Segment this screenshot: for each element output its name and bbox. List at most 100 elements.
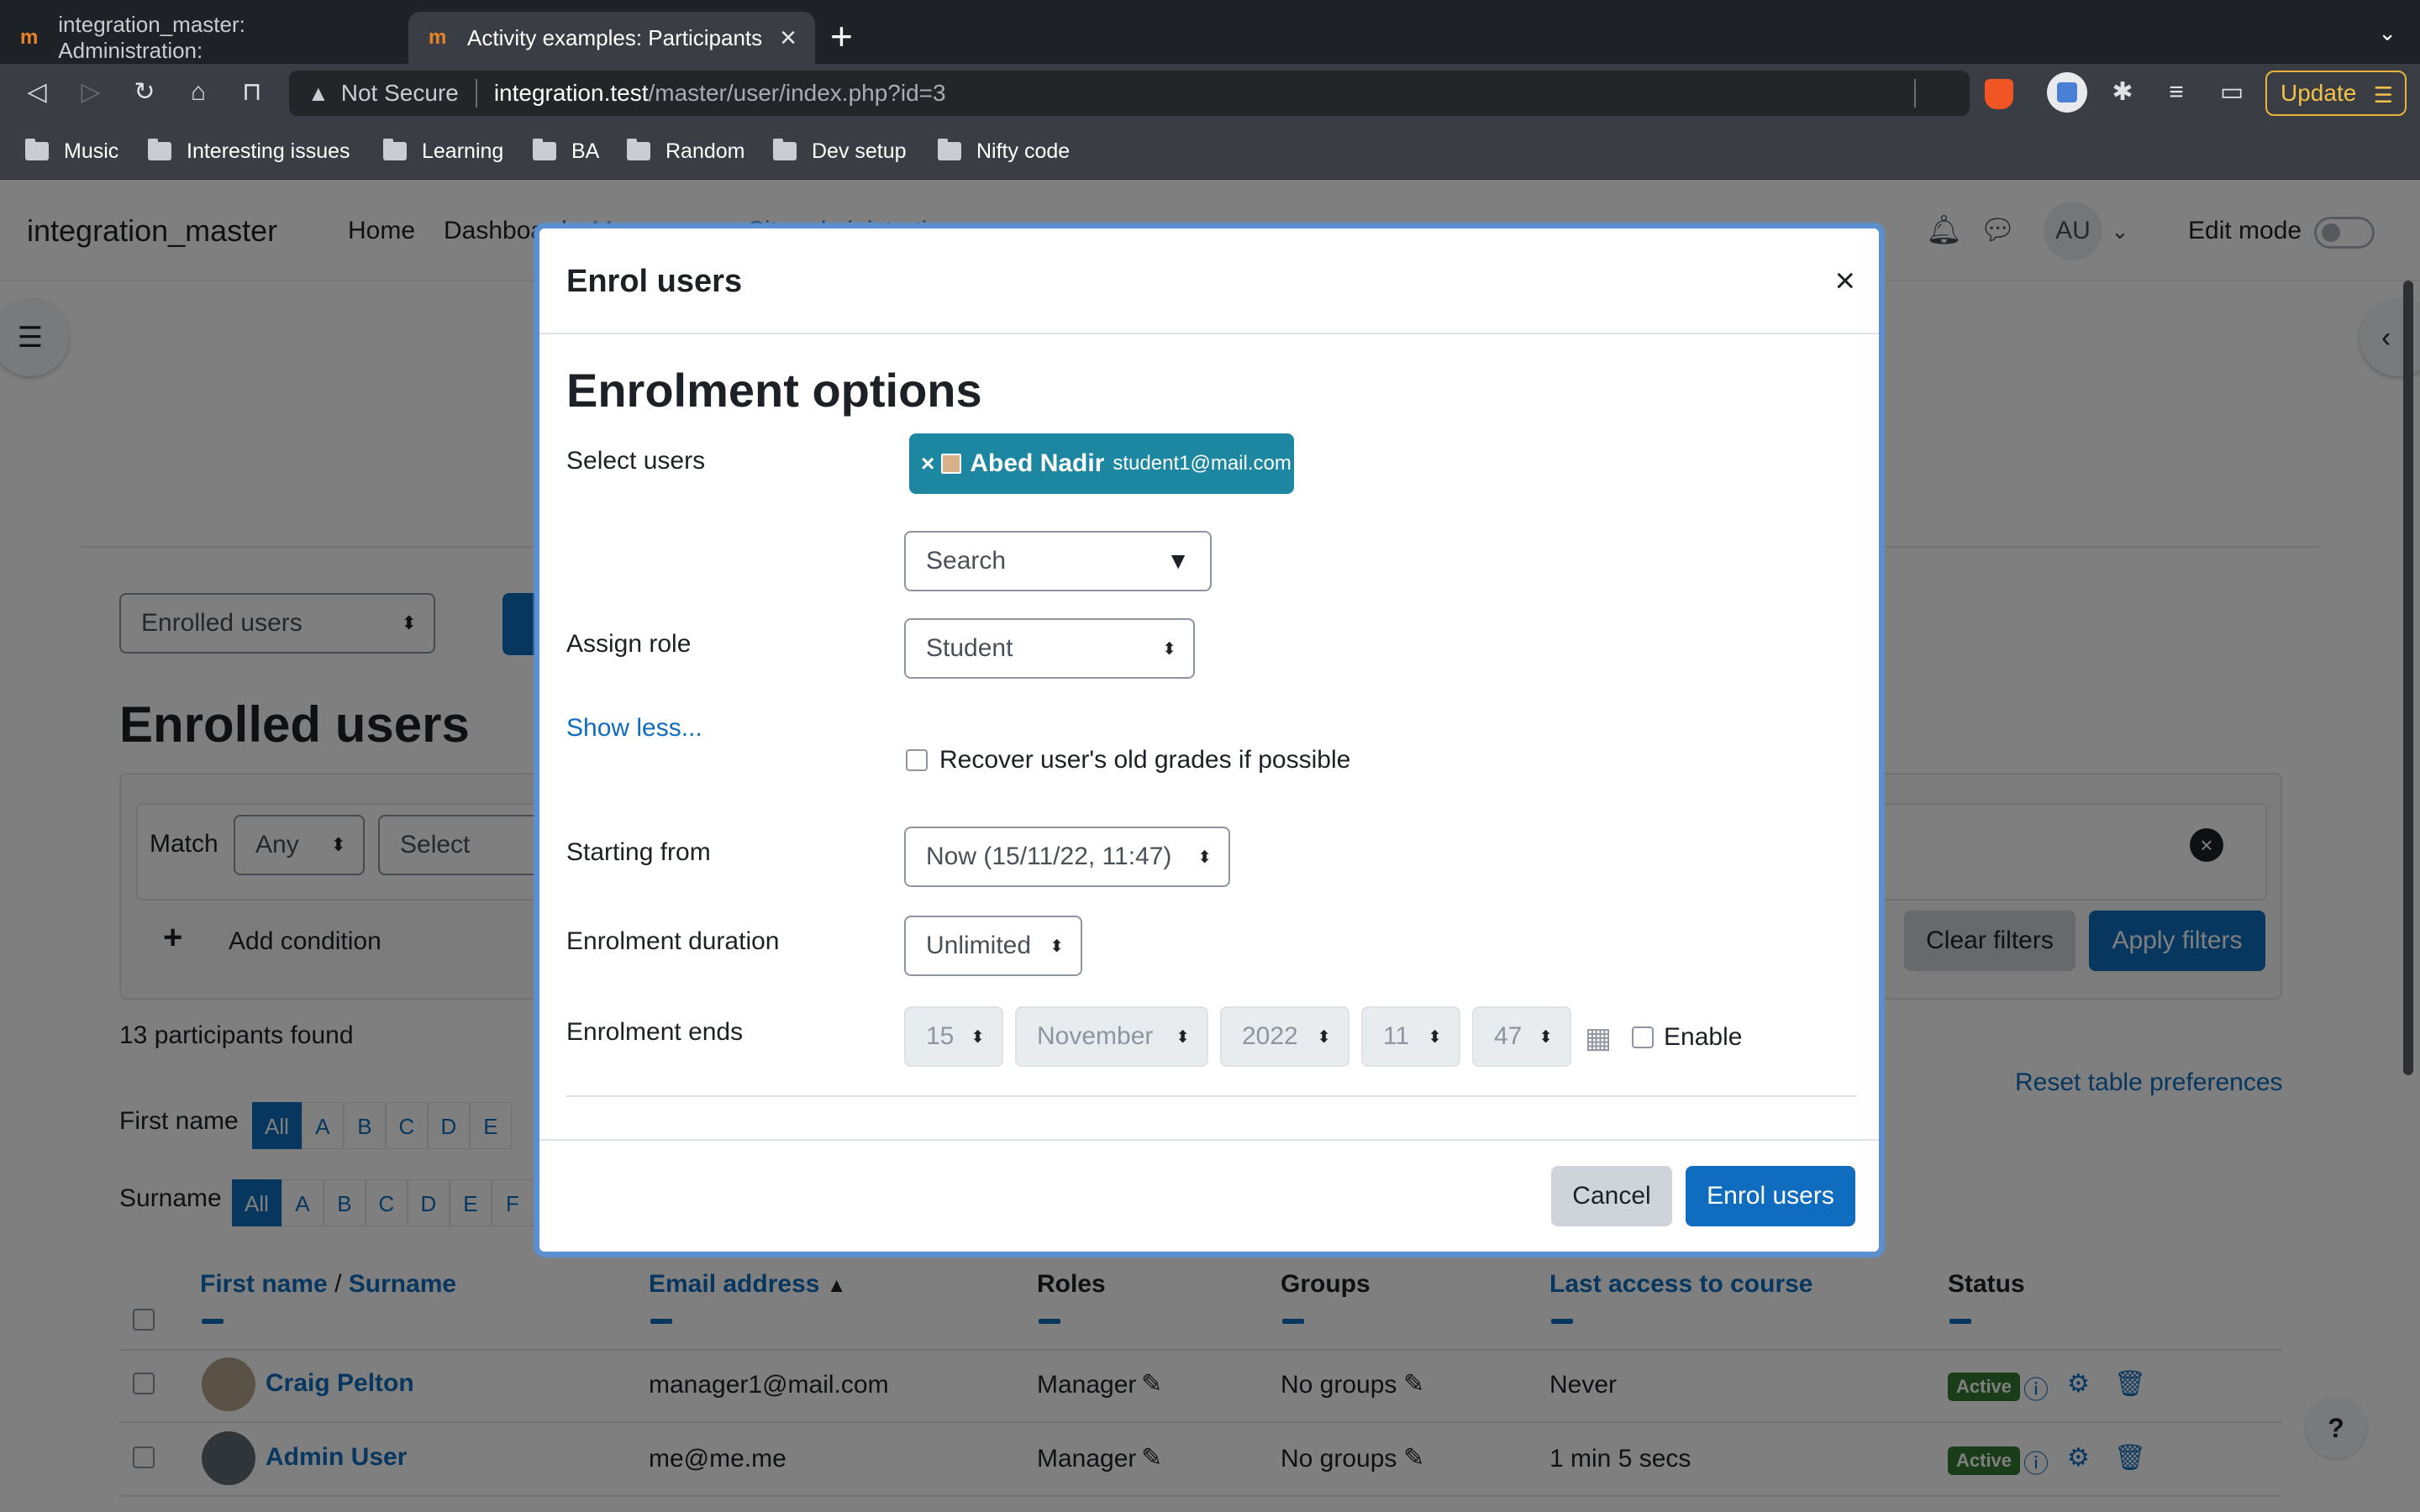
bookmark-dev-setup[interactable]: Dev setup bbox=[773, 136, 907, 166]
sort-arrows-icon: ⬍ bbox=[1176, 1027, 1190, 1047]
folder-icon bbox=[938, 139, 961, 160]
recover-grades-label: Recover user's old grades if possible bbox=[939, 746, 1351, 774]
starting-from-select[interactable]: Now (15/11/22, 11:47) ⬍ bbox=[904, 827, 1230, 887]
chevron-down-icon[interactable]: ⌄ bbox=[2378, 20, 2396, 46]
bookmark-icon[interactable]: ⊓ bbox=[237, 77, 267, 108]
modal-footer-divider bbox=[539, 1139, 1879, 1141]
bookmark-learning[interactable]: Learning bbox=[383, 136, 503, 166]
bookmark-interesting-issues[interactable]: Interesting issues bbox=[148, 136, 350, 166]
divider bbox=[566, 1095, 1857, 1097]
extensions-icon[interactable]: ✱ bbox=[2107, 77, 2138, 108]
bookmark-label: BA bbox=[571, 139, 600, 163]
tab-title: Activity examples: Participants bbox=[467, 24, 763, 50]
enable-end-date-checkbox[interactable] bbox=[1632, 1026, 1654, 1048]
enable-label: Enable bbox=[1664, 1023, 1743, 1051]
home-icon[interactable]: ⌂ bbox=[183, 77, 213, 108]
url-host: integration.test bbox=[493, 80, 649, 106]
remove-user-icon[interactable]: × bbox=[921, 450, 934, 477]
folder-icon bbox=[148, 139, 171, 160]
sort-arrows-icon: ⬍ bbox=[1162, 639, 1176, 659]
enrolment-ends-label: Enrolment ends bbox=[566, 1018, 744, 1046]
end-hour-select[interactable]: 11 ⬍ bbox=[1361, 1006, 1460, 1067]
folder-icon bbox=[773, 139, 797, 160]
bookmark-label: Random bbox=[666, 139, 745, 163]
url-divider bbox=[475, 79, 477, 108]
menu-icon: ☰ bbox=[2373, 82, 2393, 108]
back-icon[interactable]: ◁ bbox=[22, 77, 52, 108]
url-path: /master/user/index.php?id=3 bbox=[648, 80, 946, 106]
browser-tab-bar: m integration_master: Administration: m … bbox=[0, 0, 2420, 64]
select-value: 2022 bbox=[1242, 1022, 1298, 1050]
close-tab-icon[interactable]: × bbox=[780, 22, 797, 55]
url-divider-right bbox=[1914, 79, 1916, 108]
bookmarks-bar: Music Interesting issues Learning BA Ran… bbox=[0, 123, 2420, 180]
update-label: Update bbox=[2281, 80, 2357, 106]
end-minute-select[interactable]: 47 ⬍ bbox=[1472, 1006, 1571, 1067]
reload-icon[interactable]: ↻ bbox=[129, 77, 160, 108]
bookmark-random[interactable]: Random bbox=[627, 136, 745, 166]
browser-tab-participants[interactable]: m Activity examples: Participants × bbox=[408, 12, 815, 64]
brave-shields-icon[interactable] bbox=[1985, 79, 2013, 109]
assign-role-label: Assign role bbox=[566, 630, 692, 658]
moodle-favicon-icon: m bbox=[429, 26, 447, 49]
selected-user-name: Abed Nadir bbox=[970, 449, 1105, 477]
selected-user-email: student1@mail.com bbox=[1113, 452, 1292, 475]
sort-arrows-icon: ⬍ bbox=[971, 1027, 985, 1047]
moodle-favicon-icon: m bbox=[20, 26, 39, 49]
close-icon[interactable]: × bbox=[1834, 260, 1855, 301]
tab-title: integration_master: Administration: bbox=[58, 12, 245, 63]
security-label: Not Secure bbox=[340, 80, 459, 106]
select-value: Now (15/11/22, 11:47) bbox=[926, 843, 1172, 870]
bookmark-label: Nifty code bbox=[976, 139, 1071, 163]
enrol-users-submit-button[interactable]: Enrol users bbox=[1686, 1166, 1855, 1226]
select-value: Student bbox=[926, 634, 1013, 662]
playlist-icon[interactable]: ≡ bbox=[2161, 77, 2191, 108]
update-button[interactable]: Update ☰ bbox=[2265, 71, 2407, 116]
section-heading: Enrolment options bbox=[566, 364, 982, 417]
assign-role-select[interactable]: Student ⬍ bbox=[904, 618, 1195, 679]
select-value: November bbox=[1037, 1022, 1154, 1050]
user-search-input[interactable]: Search ▼ bbox=[904, 531, 1212, 591]
folder-icon bbox=[383, 139, 407, 160]
end-year-select[interactable]: 2022 ⬍ bbox=[1220, 1006, 1349, 1067]
bookmark-label: Interesting issues bbox=[187, 139, 350, 163]
sort-arrows-icon: ⬍ bbox=[1317, 1027, 1331, 1047]
enrolment-duration-label: Enrolment duration bbox=[566, 927, 780, 955]
translate-extension-icon[interactable] bbox=[2047, 72, 2087, 113]
select-value: 47 bbox=[1494, 1022, 1523, 1050]
warning-icon: ▲ bbox=[308, 80, 329, 106]
dropdown-triangle-icon: ▼ bbox=[1166, 548, 1190, 574]
address-bar[interactable]: ▲ Not Secure integration.test /master/us… bbox=[289, 71, 1970, 116]
wallet-icon[interactable]: ▭ bbox=[2217, 77, 2247, 108]
sort-arrows-icon: ⬍ bbox=[1539, 1027, 1553, 1047]
folder-icon bbox=[533, 139, 556, 160]
enrol-users-modal: Enrol users × Enrolment options Select u… bbox=[534, 223, 1884, 1257]
bookmark-label: Music bbox=[64, 139, 119, 163]
sort-arrows-icon: ⬍ bbox=[1050, 937, 1064, 956]
end-day-select[interactable]: 15 ⬍ bbox=[904, 1006, 1003, 1067]
folder-icon bbox=[25, 139, 49, 160]
browser-tab-administration[interactable]: m integration_master: Administration: bbox=[0, 12, 407, 64]
starting-from-label: Starting from bbox=[566, 838, 711, 866]
bookmark-nifty-code[interactable]: Nifty code bbox=[938, 136, 1070, 166]
enrolment-duration-select[interactable]: Unlimited ⬍ bbox=[904, 916, 1082, 976]
calendar-icon[interactable]: ▦ bbox=[1585, 1021, 1612, 1055]
folder-icon bbox=[627, 139, 650, 160]
bookmark-label: Dev setup bbox=[812, 139, 907, 163]
end-month-select[interactable]: November ⬍ bbox=[1015, 1006, 1208, 1067]
bookmark-ba[interactable]: BA bbox=[533, 136, 599, 166]
bookmark-label: Learning bbox=[422, 139, 504, 163]
sort-arrows-icon: ⬍ bbox=[1197, 848, 1212, 867]
recover-grades-checkbox[interactable] bbox=[906, 749, 928, 771]
cancel-button[interactable]: Cancel bbox=[1551, 1166, 1672, 1226]
select-value: 11 bbox=[1383, 1022, 1410, 1050]
show-less-link[interactable]: Show less... bbox=[566, 714, 702, 743]
selected-user-chip[interactable]: × Abed Nadir student1@mail.com bbox=[909, 433, 1294, 494]
select-value: Unlimited bbox=[926, 932, 1032, 959]
forward-icon[interactable]: ▷ bbox=[76, 77, 106, 108]
select-users-label: Select users bbox=[566, 447, 706, 475]
sort-arrows-icon: ⬍ bbox=[1428, 1027, 1442, 1047]
modal-title: Enrol users bbox=[566, 264, 743, 299]
bookmark-music[interactable]: Music bbox=[25, 136, 118, 166]
new-tab-icon[interactable]: + bbox=[830, 13, 853, 59]
